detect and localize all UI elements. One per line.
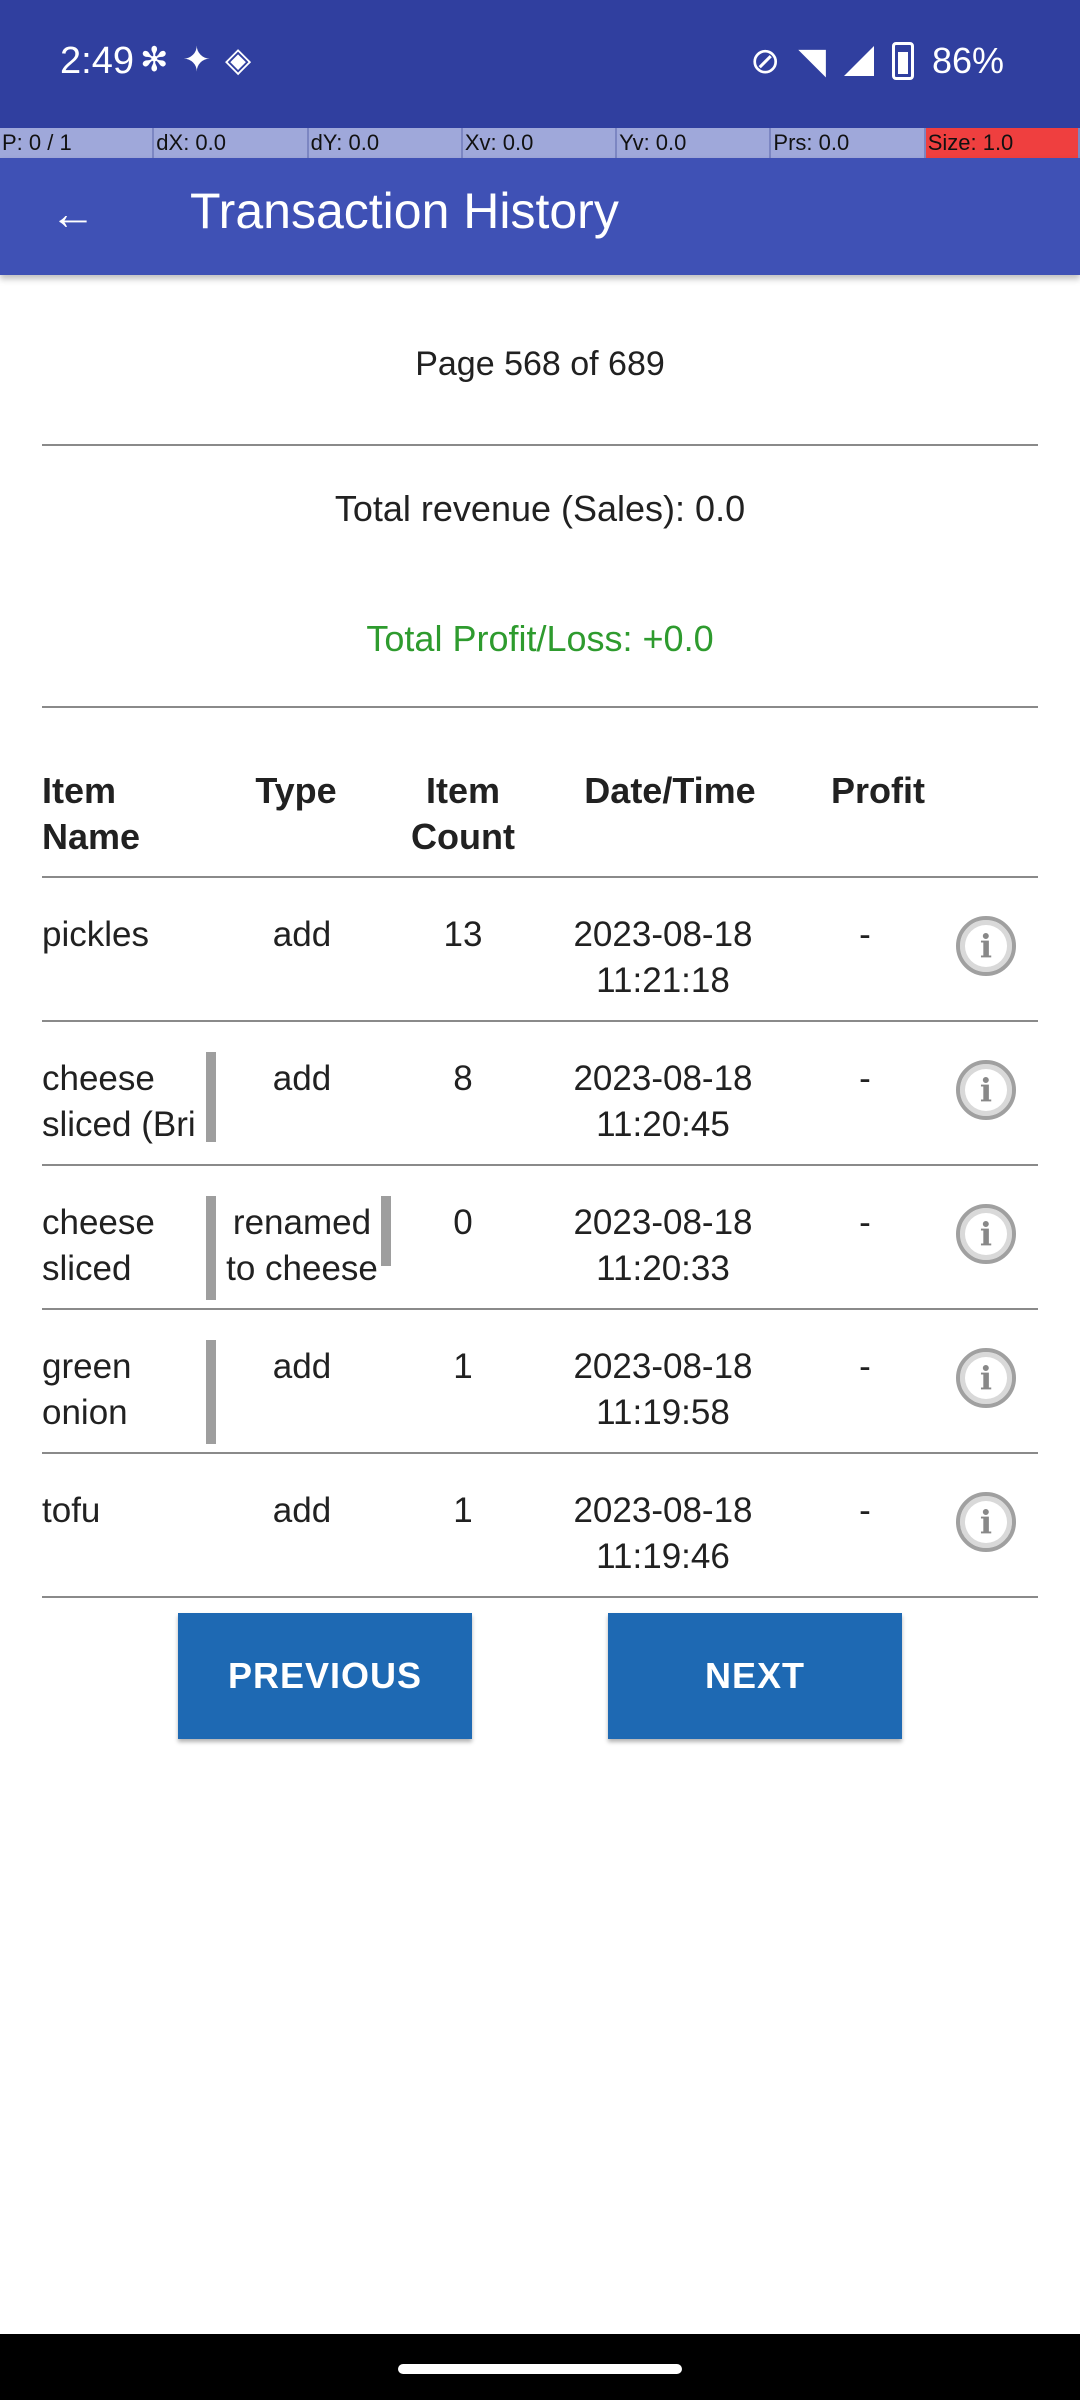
divider: [42, 1164, 1038, 1166]
next-button[interactable]: NEXT: [608, 1613, 902, 1739]
row-date-time: 2023-08-18 11:20:45: [573, 1059, 753, 1144]
row-profit: -: [859, 915, 871, 954]
row-item-name: pickles: [42, 915, 149, 954]
pointer-xv: Xv: 0.0: [462, 128, 618, 158]
header-date-time: Date/Time: [584, 770, 756, 811]
row-item-name: cheese sliced (Bri: [42, 1059, 196, 1144]
vibrate-off-icon: ⊘: [750, 40, 781, 81]
row-date-time: 2023-08-18 11:20:33: [573, 1203, 753, 1288]
header-item-name: Item Name: [42, 770, 141, 857]
row-profit: -: [859, 1059, 871, 1098]
sparkle-icon: ✦: [182, 41, 225, 79]
info-icon[interactable]: i: [956, 1348, 1016, 1408]
diamond-icon: ◈: [225, 41, 266, 79]
divider: [42, 444, 1038, 446]
divider: [42, 706, 1038, 708]
row-date-time: 2023-08-18 11:19:58: [573, 1347, 753, 1432]
row-item-count: 1: [453, 1347, 473, 1386]
row-type: add: [272, 1347, 332, 1386]
row-type: renamed to cheese: [226, 1203, 378, 1288]
page-title: Transaction History: [190, 183, 619, 239]
row-profit: -: [859, 1203, 871, 1242]
status-time: 2:49: [60, 40, 134, 82]
row-item-count: 1: [453, 1491, 473, 1530]
row-item-name: tofu: [42, 1491, 101, 1530]
signal-icon: [843, 46, 874, 76]
row-item-name: cheese sliced: [42, 1203, 155, 1288]
info-icon[interactable]: i: [956, 1492, 1016, 1552]
row-profit: -: [859, 1347, 871, 1386]
row-date-time: 2023-08-18 11:21:18: [573, 915, 753, 1000]
header-item-count: Item Count: [411, 770, 515, 857]
pointer-dx: dX: 0.0: [154, 128, 309, 158]
divider: [42, 1308, 1038, 1310]
cell-scrollbar[interactable]: [381, 1196, 391, 1266]
row-date-time: 2023-08-18 11:19:46: [573, 1491, 753, 1576]
status-bar: 2:49 ✻✦◈ ⊘ ◥ 86%: [0, 0, 1080, 128]
row-type: add: [272, 915, 332, 954]
total-profit-loss: Total Profit/Loss: +0.0: [366, 618, 714, 659]
back-button[interactable]: ←: [38, 178, 108, 248]
header-profit: Profit: [831, 770, 925, 811]
divider: [42, 876, 1038, 878]
pointer-pressure: Prs: 0.0: [771, 128, 926, 158]
info-icon[interactable]: i: [956, 1204, 1016, 1264]
arrow-back-icon: ←: [50, 187, 96, 239]
divider: [42, 1596, 1038, 1598]
wifi-icon: ◥: [798, 40, 826, 81]
total-revenue: Total revenue (Sales): 0.0: [334, 488, 746, 529]
divider: [42, 1452, 1038, 1454]
row-profit: -: [859, 1491, 871, 1530]
previous-button[interactable]: PREVIOUS: [178, 1613, 472, 1739]
pointer-count: P: 0 / 1: [0, 128, 155, 158]
home-gesture-handle[interactable]: [398, 2364, 682, 2374]
pointer-dy: dY: 0.0: [308, 128, 463, 158]
divider: [42, 1020, 1038, 1022]
page-indicator: Page 568 of 689: [415, 345, 665, 383]
row-item-count: 8: [453, 1059, 473, 1098]
pointer-yv: Yv: 0.0: [617, 128, 772, 158]
pointer-location-overlay: P: 0 / 1 dX: 0.0 dY: 0.0 Xv: 0.0 Yv: 0.0…: [0, 128, 1080, 158]
info-icon[interactable]: i: [956, 916, 1016, 976]
battery-icon: [891, 42, 914, 80]
info-icon[interactable]: i: [956, 1060, 1016, 1120]
notification-icons: ✻✦◈: [140, 40, 265, 80]
header-type: Type: [255, 770, 337, 811]
row-type: add: [272, 1059, 332, 1098]
pointer-size: Size: 1.0: [925, 128, 1080, 158]
app-bar: ← Transaction History: [0, 158, 1080, 275]
row-item-count: 13: [443, 915, 483, 954]
row-type: add: [272, 1491, 332, 1530]
slack-icon: ✻: [140, 41, 183, 79]
row-item-name: green onion: [42, 1347, 132, 1432]
row-item-count: 0: [453, 1203, 473, 1242]
battery-percent: 86%: [931, 40, 1004, 81]
system-status: ⊘ ◥ 86%: [750, 40, 1004, 82]
